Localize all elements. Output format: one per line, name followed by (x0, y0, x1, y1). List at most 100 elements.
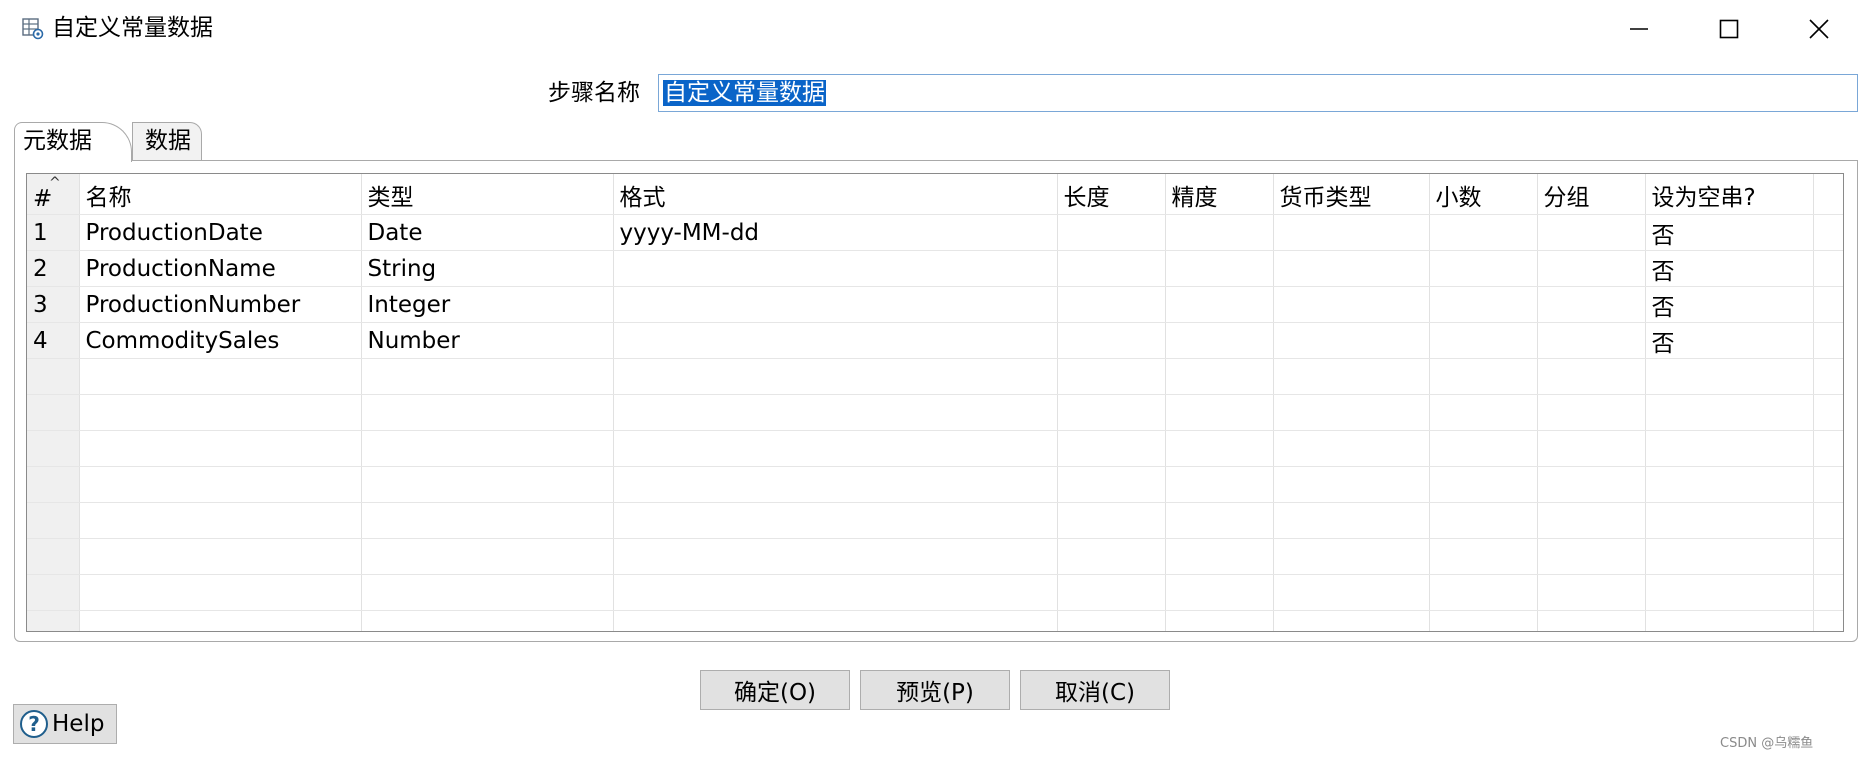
empty-row[interactable] (27, 538, 1843, 575)
decimal-cell[interactable] (1429, 322, 1538, 359)
type-cell[interactable]: Date (361, 214, 614, 251)
empty-cell[interactable] (613, 502, 1058, 539)
empty-cell[interactable] (1165, 358, 1274, 395)
format-cell[interactable] (613, 250, 1058, 287)
empty-cell[interactable] (1057, 358, 1166, 395)
column-header-decimal[interactable]: 小数 (1429, 174, 1538, 215)
tab-data[interactable]: 数据 (132, 122, 202, 160)
empty-cell[interactable] (361, 538, 614, 575)
group-cell[interactable] (1537, 322, 1646, 359)
empty-cell[interactable] (1057, 502, 1166, 539)
row-number-cell[interactable] (27, 394, 80, 431)
empty-cell[interactable] (1537, 538, 1646, 575)
precision-cell[interactable] (1165, 286, 1274, 323)
empty-cell[interactable] (1273, 574, 1430, 611)
column-header-length[interactable]: 长度 (1057, 174, 1166, 215)
empty-cell[interactable] (79, 574, 362, 611)
empty-cell[interactable] (361, 502, 614, 539)
empty-cell[interactable] (1645, 430, 1814, 467)
empty-cell[interactable] (1165, 610, 1274, 631)
row-number-cell[interactable] (27, 502, 80, 539)
empty-cell[interactable] (1273, 394, 1430, 431)
empty-cell[interactable] (1273, 358, 1430, 395)
name-cell[interactable]: CommoditySales (79, 322, 362, 359)
row-number-cell[interactable] (27, 538, 80, 575)
empty-cell[interactable] (361, 574, 614, 611)
column-header-currency[interactable]: 货币类型 (1273, 174, 1430, 215)
column-header-index[interactable]: # ^ (27, 174, 80, 215)
set-empty-cell[interactable]: 否 (1645, 214, 1814, 251)
set-empty-cell[interactable]: 否 (1645, 322, 1814, 359)
currency-cell[interactable] (1273, 214, 1430, 251)
empty-cell[interactable] (79, 466, 362, 503)
decimal-cell[interactable] (1429, 286, 1538, 323)
currency-cell[interactable] (1273, 250, 1430, 287)
empty-cell[interactable] (1429, 574, 1538, 611)
empty-cell[interactable] (1273, 502, 1430, 539)
table-row[interactable]: 3 ProductionNumber Integer 否 (27, 286, 1843, 323)
group-cell[interactable] (1537, 214, 1646, 251)
set-empty-cell[interactable]: 否 (1645, 250, 1814, 287)
empty-cell[interactable] (1165, 574, 1274, 611)
empty-cell[interactable] (1645, 610, 1814, 631)
empty-cell[interactable] (79, 538, 362, 575)
empty-cell[interactable] (1429, 502, 1538, 539)
minimize-button[interactable] (1596, 4, 1682, 54)
empty-cell[interactable] (79, 430, 362, 467)
help-button[interactable]: ? Help (13, 704, 117, 744)
table-row[interactable]: 1 ProductionDate Date yyyy-MM-dd 否 (27, 214, 1843, 251)
row-number-cell[interactable]: 1 (27, 214, 80, 251)
empty-cell[interactable] (1273, 466, 1430, 503)
column-header-type[interactable]: 类型 (361, 174, 614, 215)
group-cell[interactable] (1537, 250, 1646, 287)
empty-cell[interactable] (1537, 610, 1646, 631)
empty-cell[interactable] (1645, 394, 1814, 431)
close-button[interactable] (1776, 4, 1862, 54)
type-cell[interactable]: Number (361, 322, 614, 359)
empty-cell[interactable] (1429, 538, 1538, 575)
currency-cell[interactable] (1273, 322, 1430, 359)
type-cell[interactable]: String (361, 250, 614, 287)
empty-cell[interactable] (1645, 358, 1814, 395)
row-number-cell[interactable]: 2 (27, 250, 80, 287)
empty-cell[interactable] (613, 574, 1058, 611)
name-cell[interactable]: ProductionNumber (79, 286, 362, 323)
format-cell[interactable] (613, 286, 1058, 323)
length-cell[interactable] (1057, 214, 1166, 251)
column-header-name[interactable]: 名称 (79, 174, 362, 215)
empty-cell[interactable] (1057, 466, 1166, 503)
column-header-group[interactable]: 分组 (1537, 174, 1646, 215)
empty-cell[interactable] (361, 466, 614, 503)
column-header-set-empty[interactable]: 设为空串? (1645, 174, 1814, 215)
empty-cell[interactable] (1537, 358, 1646, 395)
empty-cell[interactable] (1057, 538, 1166, 575)
empty-cell[interactable] (1273, 610, 1430, 631)
precision-cell[interactable] (1165, 214, 1274, 251)
row-number-cell[interactable] (27, 466, 80, 503)
row-number-cell[interactable] (27, 358, 80, 395)
row-number-cell[interactable]: 4 (27, 322, 80, 359)
format-cell[interactable]: yyyy-MM-dd (613, 214, 1058, 251)
empty-cell[interactable] (361, 394, 614, 431)
length-cell[interactable] (1057, 250, 1166, 287)
empty-cell[interactable] (1429, 466, 1538, 503)
empty-cell[interactable] (1537, 466, 1646, 503)
empty-cell[interactable] (79, 610, 362, 631)
length-cell[interactable] (1057, 322, 1166, 359)
empty-cell[interactable] (1057, 394, 1166, 431)
column-header-format[interactable]: 格式 (613, 174, 1058, 215)
empty-cell[interactable] (1165, 430, 1274, 467)
column-header-precision[interactable]: 精度 (1165, 174, 1274, 215)
empty-cell[interactable] (1537, 502, 1646, 539)
precision-cell[interactable] (1165, 322, 1274, 359)
row-number-cell[interactable] (27, 430, 80, 467)
empty-cell[interactable] (1537, 430, 1646, 467)
row-number-cell[interactable] (27, 574, 80, 611)
empty-cell[interactable] (613, 466, 1058, 503)
empty-cell[interactable] (361, 610, 614, 631)
group-cell[interactable] (1537, 286, 1646, 323)
empty-row[interactable] (27, 574, 1843, 611)
empty-cell[interactable] (1537, 394, 1646, 431)
empty-cell[interactable] (79, 358, 362, 395)
currency-cell[interactable] (1273, 286, 1430, 323)
